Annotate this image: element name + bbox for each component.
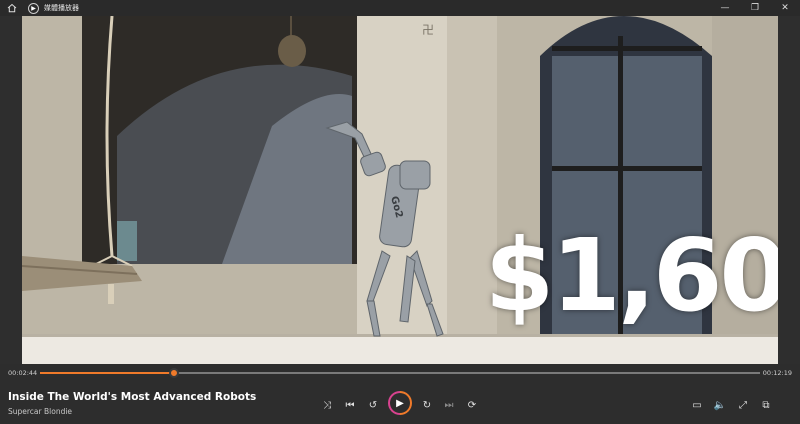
seek-handle[interactable] bbox=[168, 368, 179, 378]
home-icon[interactable] bbox=[4, 0, 20, 16]
rewind-icon[interactable]: ↺ bbox=[365, 397, 381, 413]
miniplayer-icon[interactable]: ⧉ bbox=[758, 397, 774, 413]
close-button[interactable]: ✕ bbox=[770, 0, 800, 16]
player-controls: 00:02:44 00:12:19 Inside The World's Mos… bbox=[0, 364, 800, 424]
play-icon: ▶ bbox=[390, 393, 410, 413]
minimize-button[interactable]: — bbox=[710, 0, 740, 16]
repeat-icon[interactable]: ⟳ bbox=[464, 397, 480, 413]
seek-bar[interactable] bbox=[40, 368, 760, 378]
media-channel: Supercar Blondie bbox=[8, 407, 73, 416]
current-time: 00:02:44 bbox=[8, 369, 38, 377]
play-button[interactable]: ▶ bbox=[388, 391, 412, 415]
volume-icon[interactable]: 🔈 bbox=[712, 397, 728, 413]
app-logo-icon: ▶ bbox=[28, 2, 39, 14]
seek-bar-progress bbox=[40, 372, 174, 374]
right-letterbox bbox=[778, 16, 800, 364]
maximize-button[interactable]: ❐ bbox=[740, 0, 770, 16]
fullscreen-icon[interactable]: ⤢ bbox=[735, 397, 751, 413]
app-title: 媒體播放器 bbox=[44, 4, 79, 12]
media-player-window: ▶ 媒體播放器 — ❐ ✕ 卍 Go2 $1,60 00:02:44 00:12… bbox=[0, 0, 800, 424]
previous-icon[interactable]: ⏮ bbox=[342, 397, 358, 413]
fast-forward-icon[interactable]: ↻ bbox=[419, 397, 435, 413]
left-letterbox bbox=[0, 16, 22, 364]
price-overlay-text: $1,60 bbox=[484, 217, 778, 334]
shuffle-icon[interactable]: ⤨ bbox=[319, 397, 335, 413]
video-frame[interactable]: 卍 Go2 $1,60 bbox=[22, 16, 778, 364]
next-icon[interactable]: ⏭ bbox=[441, 397, 457, 413]
total-time: 00:12:19 bbox=[762, 369, 792, 377]
captions-icon[interactable]: ▭ bbox=[689, 397, 705, 413]
svg-text:卍: 卍 bbox=[422, 23, 434, 37]
title-bar: ▶ 媒體播放器 — ❐ ✕ bbox=[0, 0, 800, 16]
media-title: Inside The World's Most Advanced Robots bbox=[8, 391, 257, 403]
